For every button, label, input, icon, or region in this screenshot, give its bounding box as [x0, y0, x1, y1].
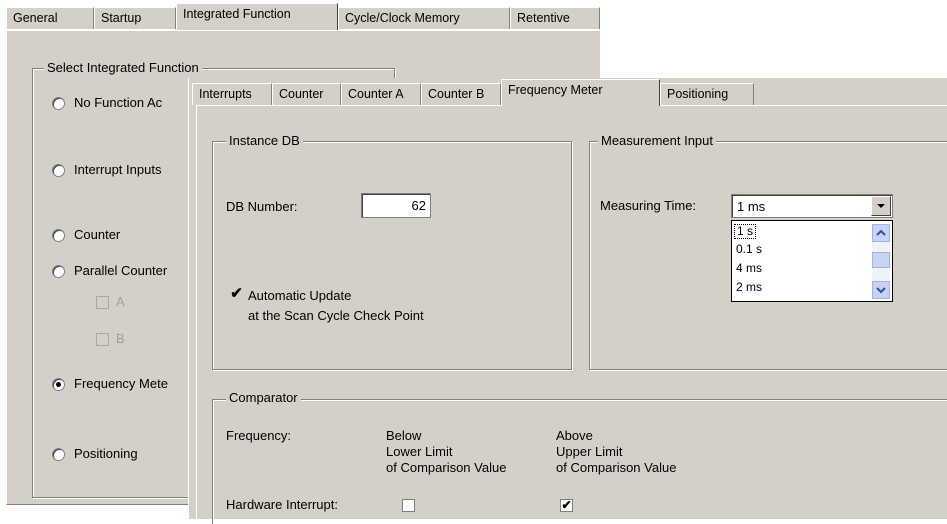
hardware-interrupt-label: Hardware Interrupt:: [226, 497, 338, 512]
radio-parallel-counter[interactable]: [52, 265, 65, 278]
above-header: Above: [556, 428, 593, 443]
tab-positioning[interactable]: Positioning: [660, 83, 754, 105]
radio-no-function[interactable]: [52, 97, 65, 110]
scroll-down-button[interactable]: [872, 281, 890, 299]
checkbox-label: B: [116, 331, 125, 346]
below-header: Below: [386, 428, 422, 443]
above-header-line2: Upper Limit: [556, 444, 623, 459]
above-header-line3: of Comparison Value: [556, 460, 677, 475]
radio-label: Positioning: [74, 446, 138, 461]
group-title: Instance DB: [226, 133, 303, 148]
tab-general[interactable]: General: [6, 7, 94, 29]
radio-label: Counter: [74, 227, 121, 242]
list-scrollbar[interactable]: [872, 224, 890, 299]
chevron-down-icon: [876, 287, 886, 294]
group-title: Measurement Input: [598, 133, 717, 148]
radio-label: Parallel Counter: [74, 263, 168, 278]
tab-frequency-meter[interactable]: Frequency Meter: [501, 79, 660, 106]
checkbox-a[interactable]: [96, 296, 109, 309]
db-number-label: DB Number:: [226, 199, 298, 214]
radio-interrupt-inputs[interactable]: [52, 164, 65, 177]
auto-update-label-line2: at the Scan Cycle Check Point: [248, 308, 424, 323]
scroll-up-button[interactable]: [872, 224, 890, 242]
group-title: Select Integrated Function: [44, 60, 202, 75]
tab-counter[interactable]: Counter: [272, 83, 341, 105]
measuring-time-select[interactable]: 1 ms: [731, 194, 893, 218]
instance-db-group: [212, 141, 572, 370]
measuring-time-label: Measuring Time:: [600, 198, 697, 213]
tab-counter-b[interactable]: Counter B: [421, 83, 501, 105]
tab-integrated-function[interactable]: Integrated Function: [176, 3, 338, 30]
chevron-down-icon: [877, 204, 885, 208]
radio-frequency-meter[interactable]: [52, 378, 65, 391]
tab-interrupts[interactable]: Interrupts: [192, 83, 272, 105]
measuring-time-list[interactable]: 1 s 0.1 s 4 ms 2 ms: [731, 220, 893, 302]
tab-cycle-clock-memory[interactable]: Cycle/Clock Memory: [338, 7, 510, 29]
db-number-input[interactable]: 62: [361, 193, 431, 218]
list-item[interactable]: 1 s: [734, 224, 757, 239]
radio-dot: [56, 382, 61, 387]
list-item[interactable]: 0.1 s: [736, 242, 762, 256]
auto-update-label: Automatic Update: [248, 288, 352, 303]
radio-label: Interrupt Inputs: [74, 162, 162, 177]
hw-interrupt-below-checkbox[interactable]: [402, 499, 415, 512]
active-tab-join: [502, 104, 658, 107]
radio-positioning[interactable]: [52, 448, 65, 461]
radio-label: Frequency Mete: [74, 376, 168, 391]
list-item[interactable]: 2 ms: [736, 280, 762, 294]
checkbox-b[interactable]: [96, 333, 109, 346]
auto-update-checkbox[interactable]: ✔: [230, 286, 243, 301]
radio-label: No Function Ac: [74, 95, 163, 110]
chevron-up-icon: [876, 229, 886, 236]
tab-counter-a[interactable]: Counter A: [341, 83, 421, 105]
below-header-line2: Lower Limit: [386, 444, 453, 459]
hw-interrupt-above-checkbox[interactable]: ✔: [560, 499, 573, 512]
list-item[interactable]: 4 ms: [736, 261, 762, 275]
group-title: Comparator: [226, 390, 301, 405]
checkbox-label: A: [116, 294, 125, 309]
below-header-line3: of Comparison Value: [386, 460, 507, 475]
tab-retentive[interactable]: Retentive: [510, 7, 600, 29]
scroll-thumb[interactable]: [872, 252, 890, 268]
tab-startup[interactable]: Startup: [94, 7, 176, 29]
dropdown-button[interactable]: [871, 196, 891, 216]
radio-counter[interactable]: [52, 229, 65, 242]
frequency-label: Frequency:: [226, 428, 292, 443]
